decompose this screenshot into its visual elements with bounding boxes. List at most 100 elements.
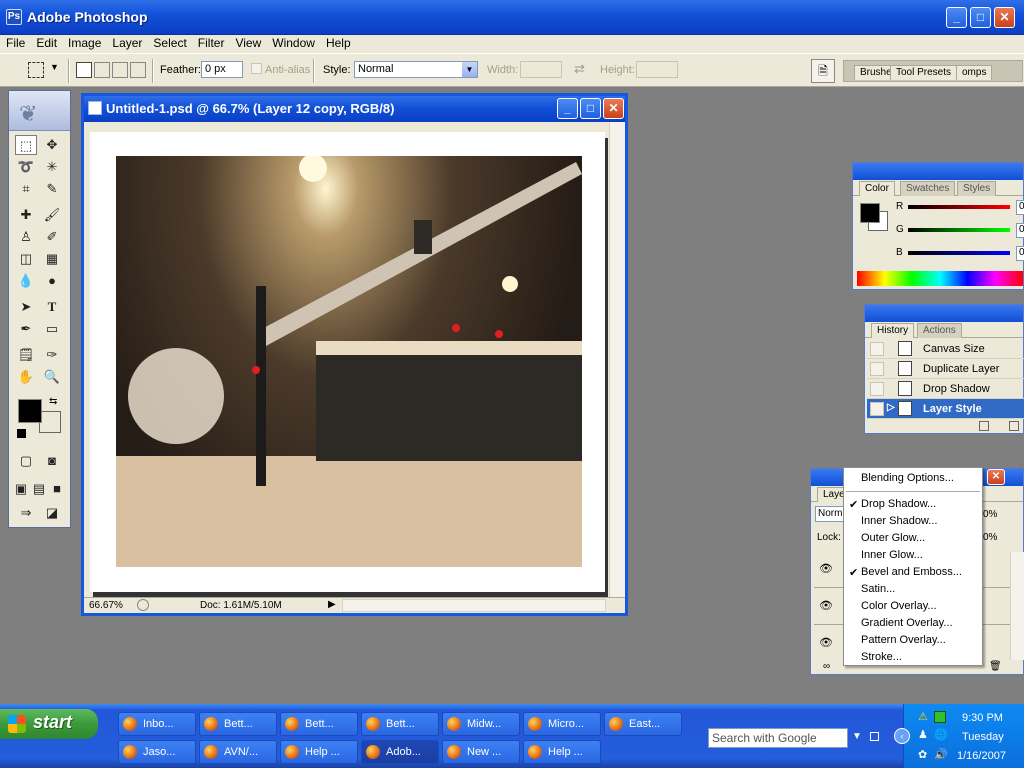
history-palette-bar[interactable] [865,305,1023,322]
clone-stamp-tool-icon[interactable]: ♙ [15,227,37,247]
add-selection-icon[interactable] [94,62,110,78]
height-input[interactable] [636,61,678,78]
preset-dropdown-arrow-icon[interactable]: ▼ [50,62,59,72]
full-screen-menu-mode-icon[interactable]: ▤ [31,479,47,499]
document-canvas[interactable] [90,132,605,592]
notes-tool-icon[interactable]: 🗒 [15,345,37,365]
globe-icon[interactable]: 🌐 [934,728,948,741]
feather-input[interactable]: 0 px [201,61,243,78]
history-brush-tool-icon[interactable]: ✐ [41,227,63,247]
menu-help[interactable]: Help [320,35,356,51]
antialias-checkbox[interactable] [251,63,262,74]
well-tab-comps[interactable]: omps [956,65,993,80]
swap-icon[interactable]: ⇄ [574,61,585,77]
default-colors-icon[interactable] [17,429,26,438]
close-button[interactable]: ✕ [994,7,1015,28]
crop-tool-icon[interactable]: ⌗ [15,179,37,199]
menu-item-inner-shadow[interactable]: Inner Shadow... [861,515,937,532]
menu-item-blending-options[interactable]: Blending Options... [861,472,954,489]
brush-tool-icon[interactable]: 🖌 [41,205,63,225]
menu-filter[interactable]: Filter [192,35,230,51]
toolbox-header[interactable]: ❦ [9,91,70,131]
gradient-tool-icon[interactable]: ▦ [41,249,63,269]
standard-mode-icon[interactable]: ▢ [15,451,37,471]
blue-value-input[interactable]: 0 [1016,246,1024,261]
toolbar-restore-icon[interactable] [870,732,879,741]
opacity-value[interactable]: 0% [983,509,997,520]
menu-item-outer-glow[interactable]: Outer Glow... [861,532,925,549]
file-browser-icon[interactable]: 🗎 [811,59,835,83]
zoom-tool-icon[interactable]: 🔍 [41,367,63,387]
history-item[interactable]: Canvas Size [867,339,1024,359]
fill-value[interactable]: 0% [983,532,997,543]
taskbar-button[interactable]: Bett... [199,712,277,736]
dodge-tool-icon[interactable]: ● [41,271,63,291]
new-snapshot-icon[interactable] [979,421,989,431]
history-item[interactable]: Drop Shadow [867,379,1024,399]
history-state-slider-icon[interactable]: ▷ [887,402,895,413]
menu-item-color-overlay[interactable]: Color Overlay... [861,600,937,617]
palette-fg-swatch[interactable] [860,203,880,223]
tab-styles[interactable]: Styles [957,181,997,196]
menu-file[interactable]: File [0,35,30,51]
eye-visibility-icon[interactable]: 👁 [819,599,833,612]
doc-close-button[interactable]: ✕ [603,98,624,119]
history-source-checkbox[interactable] [870,362,884,376]
network-icon[interactable] [934,711,946,723]
history-item-selected[interactable]: ▷ Layer Style [867,399,1024,419]
history-source-checkbox[interactable] [870,382,884,396]
volume-icon[interactable]: 🔊 [934,748,948,761]
green-slider[interactable] [908,228,1010,232]
pen-tool-icon[interactable]: ✒ [15,319,37,339]
menu-edit[interactable]: Edit [30,35,62,51]
layers-close-button[interactable]: ✕ [987,469,1005,485]
red-value-input[interactable]: 0 [1016,200,1024,215]
history-source-checkbox[interactable] [870,402,884,416]
doc-minimize-button[interactable]: _ [557,98,578,119]
taskbar-button[interactable]: Bett... [361,712,439,736]
standard-screen-mode-icon[interactable]: ▣ [13,479,29,499]
link-layers-icon[interactable]: ∞ [823,661,830,672]
taskbar-button[interactable]: Micro... [523,712,601,736]
intersect-selection-icon[interactable] [130,62,146,78]
taskbar-button[interactable]: East... [604,712,682,736]
minimize-button[interactable]: _ [946,7,967,28]
delete-layer-icon[interactable]: 🗑 [989,661,1002,672]
taskbar-button[interactable]: Jaso... [118,740,196,764]
well-tab-tool-presets[interactable]: Tool Presets [890,65,958,80]
taskbar-button[interactable]: Midw... [442,712,520,736]
marquee-tool-icon[interactable]: ⬚ [15,135,37,155]
history-source-checkbox[interactable] [870,342,884,356]
width-input[interactable] [520,61,562,78]
taskbar-button[interactable]: Help ... [280,740,358,764]
menu-image[interactable]: Image [62,35,106,51]
user-icon[interactable]: ♟ [918,728,928,741]
imageready-icon[interactable]: ◪ [41,503,63,523]
zoom-level[interactable]: 66.67% [89,600,123,611]
shape-tool-icon[interactable]: ▭ [41,319,63,339]
taskbar-button[interactable]: AVN/... [199,740,277,764]
tab-swatches[interactable]: Swatches [900,181,956,196]
menu-item-drop-shadow[interactable]: ✔ Drop Shadow... [849,498,936,515]
rect-marquee-preset-icon[interactable] [28,62,44,78]
menu-item-stroke[interactable]: Stroke... [861,651,902,668]
menu-view[interactable]: View [229,35,266,51]
eyedropper-tool-icon[interactable]: ✑ [41,345,63,365]
clock-time[interactable]: 9:30 PM [962,712,1003,724]
jump-to-imageready-icon[interactable]: ⇒ [15,503,37,523]
tab-actions[interactable]: Actions [917,323,962,338]
taskbar-button[interactable]: Help ... [523,740,601,764]
menu-item-bevel-emboss[interactable]: ✔ Bevel and Emboss... [849,566,962,583]
red-slider[interactable] [908,205,1010,209]
eye-visibility-icon[interactable]: 👁 [819,562,833,575]
vertical-scrollbar[interactable] [609,122,625,602]
status-arrow-icon[interactable]: ▶ [328,599,336,610]
status-menu-icon[interactable] [137,599,149,611]
menu-item-pattern-overlay[interactable]: Pattern Overlay... [861,634,946,651]
warning-icon[interactable]: ⚠ [918,710,928,723]
google-search-input[interactable]: Search with Google [708,728,848,748]
move-tool-icon[interactable]: ✥ [41,135,63,155]
quick-mask-mode-icon[interactable]: ◙ [41,451,63,471]
chevron-down-icon[interactable]: ▼ [462,62,477,77]
taskbar-button[interactable]: New ... [442,740,520,764]
